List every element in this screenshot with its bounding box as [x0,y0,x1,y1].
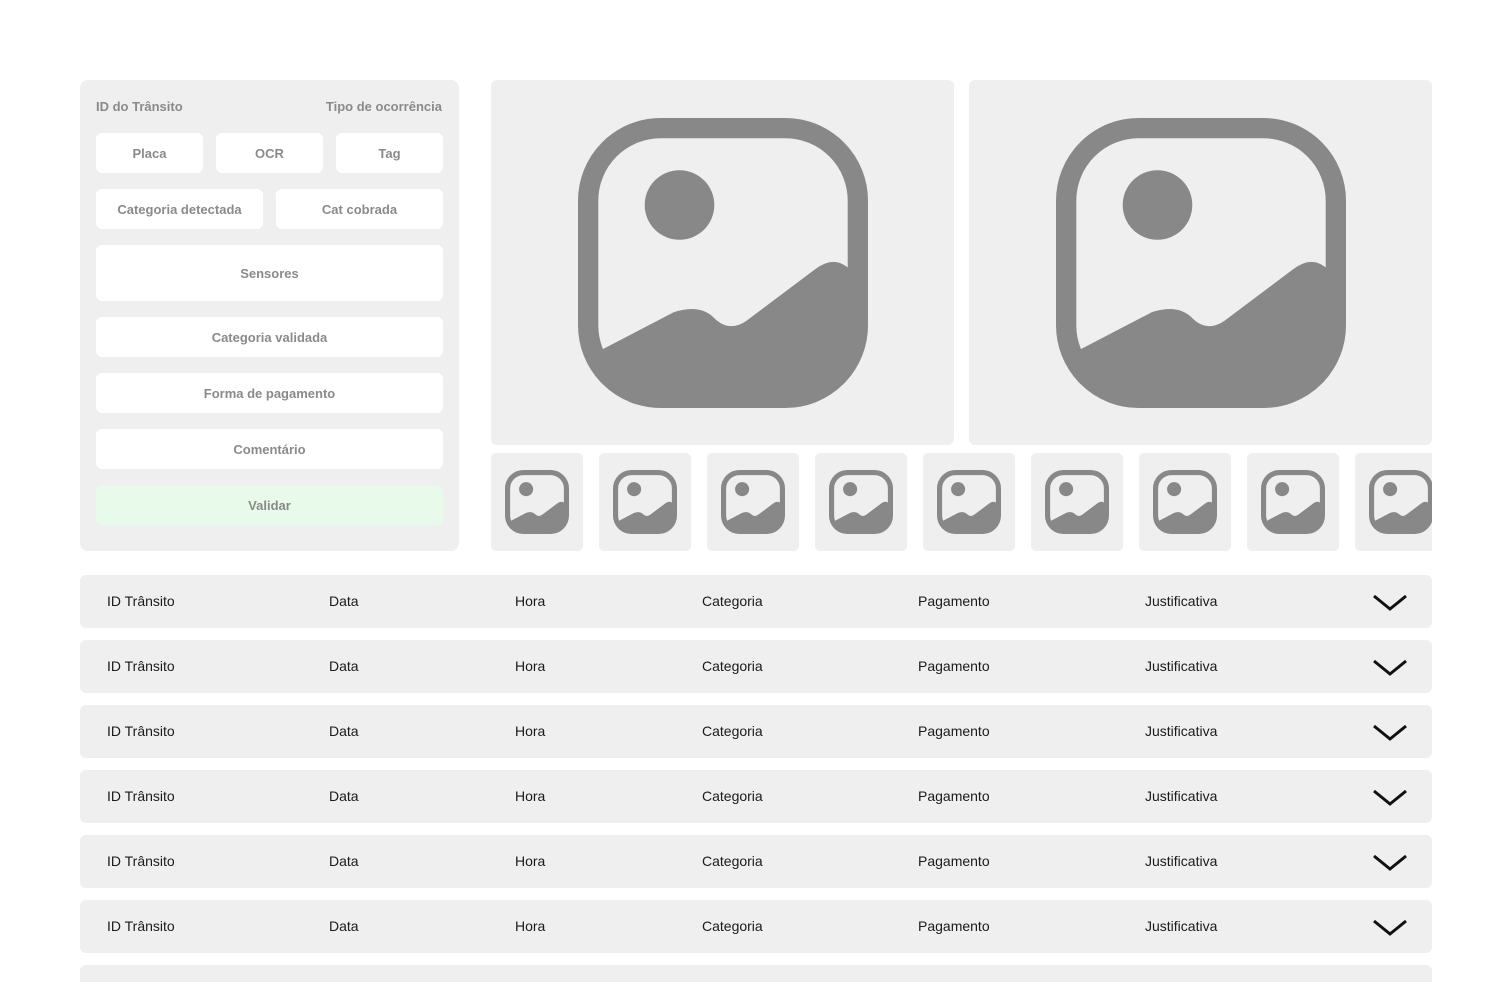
category-cell: Categoria [702,853,763,869]
placa-field[interactable]: Placa [96,133,203,173]
transit-id-cell: ID Trânsito [107,853,175,869]
payment-method-field[interactable]: Forma de pagamento [96,373,443,413]
table-row[interactable]: ID Trânsito Data Hora Categoria Pagament… [80,900,1432,953]
justification-cell: Justificativa [1145,853,1218,869]
transit-form-panel: ID do Trânsito Tipo de ocorrência Placa … [80,80,459,551]
image-placeholder-icon [721,470,785,534]
thumbnail[interactable] [707,453,799,551]
image-placeholder-icon [1369,470,1432,534]
date-cell: Data [329,788,359,804]
thumbnail[interactable] [923,453,1015,551]
table-row[interactable]: ID Trânsito Data Hora Categoria Pagament… [80,575,1432,628]
payment-cell: Pagamento [918,658,990,674]
justification-cell: Justificativa [1145,658,1218,674]
ocr-field[interactable]: OCR [216,133,323,173]
payment-cell: Pagamento [918,593,990,609]
date-cell: Data [329,853,359,869]
occurrence-type-label: Tipo de ocorrência [325,99,442,114]
date-cell: Data [329,658,359,674]
validate-button[interactable]: Validar [96,485,443,525]
chevron-down-icon[interactable] [1371,783,1409,811]
payment-cell: Pagamento [918,853,990,869]
image-placeholder-icon [1153,470,1217,534]
date-cell: Data [329,723,359,739]
chevron-down-icon[interactable] [1371,718,1409,746]
justification-cell: Justificativa [1145,918,1218,934]
time-cell: Hora [515,658,546,674]
image-placeholder-icon [613,470,677,534]
chevron-down-icon[interactable] [1371,653,1409,681]
main-image-1[interactable] [491,80,954,445]
chevron-down-icon[interactable] [1371,588,1409,616]
payment-cell: Pagamento [918,918,990,934]
date-cell: Data [329,918,359,934]
category-cell: Categoria [702,788,763,804]
thumbnail-strip[interactable] [491,453,1432,551]
validated-category-field[interactable]: Categoria validada [96,317,443,357]
table-row[interactable]: ID Trânsito Data Hora Categoria Pagament… [80,640,1432,693]
image-placeholder-icon [1055,117,1346,408]
main-image-2[interactable] [969,80,1432,445]
image-placeholder-icon [937,470,1001,534]
transit-id-cell: ID Trânsito [107,723,175,739]
image-placeholder-icon [505,470,569,534]
thumbnail[interactable] [599,453,691,551]
transit-id-cell: ID Trânsito [107,593,175,609]
charged-category-field[interactable]: Cat cobrada [276,189,443,229]
thumbnail[interactable] [1247,453,1339,551]
comment-field[interactable]: Comentário [96,429,443,469]
thumbnail[interactable] [491,453,583,551]
transit-id-cell: ID Trânsito [107,658,175,674]
tag-field[interactable]: Tag [336,133,443,173]
payment-cell: Pagamento [918,788,990,804]
category-cell: Categoria [702,658,763,674]
table-row[interactable]: ID Trânsito Data Hora Categoria Pagament… [80,770,1432,823]
time-cell: Hora [515,788,546,804]
thumbnail[interactable] [1139,453,1231,551]
thumbnail[interactable] [1355,453,1432,551]
image-placeholder-icon [577,117,868,408]
sensors-field[interactable]: Sensores [96,245,443,301]
transit-id-cell: ID Trânsito [107,788,175,804]
table-row-partial [80,965,1432,982]
justification-cell: Justificativa [1145,723,1218,739]
image-placeholder-icon [1045,470,1109,534]
chevron-down-icon[interactable] [1371,848,1409,876]
detected-category-field[interactable]: Categoria detectada [96,189,263,229]
image-placeholder-icon [829,470,893,534]
justification-cell: Justificativa [1145,788,1218,804]
justification-cell: Justificativa [1145,593,1218,609]
date-cell: Data [329,593,359,609]
thumbnail[interactable] [815,453,907,551]
category-cell: Categoria [702,723,763,739]
time-cell: Hora [515,723,546,739]
category-cell: Categoria [702,593,763,609]
category-cell: Categoria [702,918,763,934]
transit-id-label: ID do Trânsito [96,99,183,114]
time-cell: Hora [515,853,546,869]
transit-id-cell: ID Trânsito [107,918,175,934]
image-placeholder-icon [1261,470,1325,534]
payment-cell: Pagamento [918,723,990,739]
thumbnail[interactable] [1031,453,1123,551]
time-cell: Hora [515,918,546,934]
time-cell: Hora [515,593,546,609]
table-row[interactable]: ID Trânsito Data Hora Categoria Pagament… [80,705,1432,758]
chevron-down-icon[interactable] [1371,913,1409,941]
table-row[interactable]: ID Trânsito Data Hora Categoria Pagament… [80,835,1432,888]
